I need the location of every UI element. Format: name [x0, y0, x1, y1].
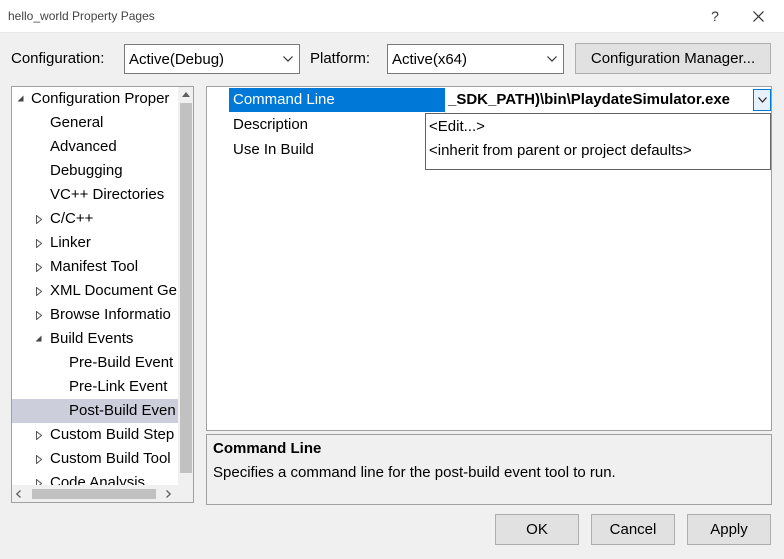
tree-item-browse-information[interactable]: Browse Informatio: [12, 303, 178, 327]
tree-item-label: Advanced: [50, 138, 117, 155]
tree-item-label: Debugging: [50, 162, 123, 179]
tree-vertical-scroll-thumb[interactable]: [180, 103, 192, 473]
tree-item-label: General: [50, 114, 104, 131]
tree-item-manifest-tool[interactable]: Manifest Tool: [12, 255, 178, 279]
dropdown-option-edit[interactable]: <Edit...>: [429, 115, 485, 139]
description-text: Specifies a command line for the post-bu…: [213, 464, 616, 481]
tree-item-label: Post-Build Even: [69, 402, 176, 419]
tree-item-code-analysis[interactable]: Code Analysis: [12, 471, 178, 485]
property-name-command-line[interactable]: Command Line: [229, 88, 445, 112]
tree-item-configuration-properties[interactable]: Configuration Proper: [12, 87, 178, 111]
chevron-down-icon: [757, 97, 767, 103]
tree-item-label: C/C++: [50, 210, 94, 227]
expanded-icon: [17, 95, 24, 102]
scroll-left-icon[interactable]: [16, 490, 21, 498]
collapsed-icon: [36, 215, 42, 224]
tree-item-pre-build-event[interactable]: Pre-Build Event: [12, 351, 178, 375]
scroll-up-icon[interactable]: [182, 92, 190, 97]
tree-item-label: Custom Build Tool: [50, 450, 171, 467]
tree-item-label: Code Analysis: [50, 474, 146, 485]
tree-item-label: Build Events: [50, 330, 134, 347]
configuration-select[interactable]: Active(Debug): [124, 44, 300, 74]
tree-item-label: Pre-Build Event: [69, 354, 174, 371]
tree-item-label: Custom Build Step: [50, 426, 175, 443]
tree-item-debugging[interactable]: Debugging: [12, 159, 178, 183]
collapsed-icon: [36, 311, 42, 320]
platform-value: Active(x64): [392, 50, 468, 68]
window-title: hello_world Property Pages: [8, 9, 155, 23]
tree-item-vc-directories[interactable]: VC++ Directories: [12, 183, 178, 207]
tree-item-xml-document-generator[interactable]: XML Document Ge: [12, 279, 178, 303]
apply-button[interactable]: Apply: [687, 514, 771, 545]
tree-item-custom-build-step[interactable]: Custom Build Step: [12, 423, 178, 447]
description-title: Command Line: [213, 440, 322, 457]
property-name-use-in-build[interactable]: Use In Build: [229, 138, 314, 162]
platform-select[interactable]: Active(x64): [387, 44, 564, 74]
tree-item-label: Browse Informatio: [50, 306, 171, 323]
tree-item-c-cpp[interactable]: C/C++: [12, 207, 178, 231]
cancel-button[interactable]: Cancel: [591, 514, 675, 545]
tree-item-label: Pre-Link Event: [69, 378, 168, 395]
tree-item-label: Linker: [50, 234, 91, 251]
chevron-down-icon: [283, 56, 293, 62]
collapsed-icon: [36, 455, 42, 464]
description-panel: Command Line Specifies a command line fo…: [206, 434, 772, 505]
collapsed-icon: [36, 287, 42, 296]
configuration-manager-button[interactable]: Configuration Manager...: [575, 43, 771, 74]
tree-item-label: VC++ Directories: [50, 186, 165, 203]
ok-button[interactable]: OK: [495, 514, 579, 545]
tree-item-build-events[interactable]: Build Events: [12, 327, 178, 351]
tree-item-post-build-event[interactable]: Post-Build Even: [12, 399, 178, 423]
tree-horizontal-scroll-thumb[interactable]: [32, 489, 156, 499]
platform-label: Platform:: [310, 50, 371, 67]
tree-item-custom-build-tool[interactable]: Custom Build Tool: [12, 447, 178, 471]
collapsed-icon: [36, 239, 42, 248]
help-button[interactable]: ?: [698, 2, 732, 30]
property-tree: Configuration Proper General Advanced De…: [11, 86, 194, 503]
configuration-label: Configuration:: [11, 50, 105, 67]
command-line-value[interactable]: _SDK_PATH)\bin\PlaydateSimulator.exe: [445, 88, 757, 112]
tree-item-label: XML Document Ge: [50, 282, 177, 299]
title-bar: hello_world Property Pages ?: [0, 0, 784, 33]
collapsed-icon: [36, 431, 42, 440]
close-icon: [752, 10, 764, 22]
configuration-value: Active(Debug): [129, 50, 225, 68]
command-line-dropdown-button[interactable]: [753, 89, 771, 111]
scroll-right-icon[interactable]: [166, 490, 171, 498]
tree-item-label: Manifest Tool: [50, 258, 139, 275]
tree-item-pre-link-event[interactable]: Pre-Link Event: [12, 375, 178, 399]
property-name-description[interactable]: Description: [229, 113, 308, 137]
tree-item-advanced[interactable]: Advanced: [12, 135, 178, 159]
dropdown-option-inherit[interactable]: <inherit from parent or project defaults…: [429, 139, 692, 163]
tree-item-linker[interactable]: Linker: [12, 231, 178, 255]
close-button[interactable]: [738, 2, 778, 30]
collapsed-icon: [36, 263, 42, 272]
chevron-down-icon: [547, 56, 557, 62]
expanded-icon: [35, 335, 42, 342]
tree-item-general[interactable]: General: [12, 111, 178, 135]
tree-item-label: Configuration Proper: [31, 90, 170, 107]
command-line-dropdown-list: <Edit...> <inherit from parent or projec…: [425, 113, 771, 170]
